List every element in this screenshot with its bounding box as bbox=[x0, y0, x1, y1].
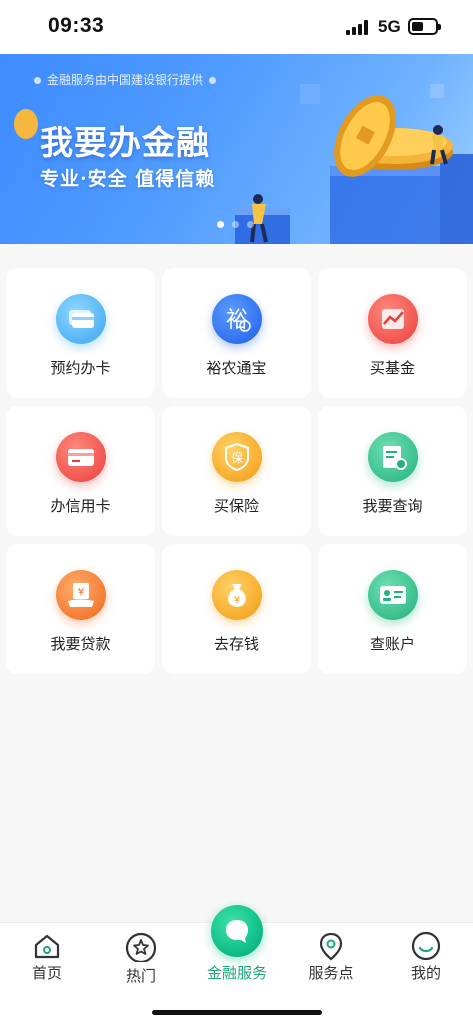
banner-dot[interactable] bbox=[247, 221, 254, 228]
home-icon bbox=[34, 934, 60, 959]
insurance-shield-icon: 保 bbox=[211, 432, 262, 482]
nav-mine[interactable]: 我的 bbox=[379, 923, 473, 993]
service-label: 查账户 bbox=[369, 635, 415, 653]
svg-text:¥: ¥ bbox=[233, 595, 239, 606]
service-label: 我要贷款 bbox=[50, 635, 111, 653]
star-icon bbox=[125, 932, 157, 962]
banner-dot[interactable] bbox=[232, 221, 239, 228]
status-bar: 09:33 5G bbox=[0, 0, 473, 54]
svg-text:保: 保 bbox=[230, 451, 242, 465]
service-grid: 预约办卡 裕 裕农通宝 买基金 办信用卡 保 买保险 我要查询 ¥ 我要贷款 ¥… bbox=[6, 268, 467, 674]
loan-icon: ¥ bbox=[55, 570, 106, 620]
nav-label: 我的 bbox=[410, 964, 441, 982]
service-tile-credit-card[interactable]: 办信用卡 bbox=[6, 406, 155, 536]
service-label: 买基金 bbox=[369, 359, 415, 377]
banner-dot[interactable] bbox=[217, 221, 224, 228]
promo-banner[interactable]: 金融服务由中国建设银行提供 我要办金融 专业·安全 值得信赖 bbox=[0, 54, 473, 244]
service-label: 预约办卡 bbox=[50, 359, 111, 377]
nav-service-point[interactable]: 服务点 bbox=[284, 923, 378, 993]
service-tile-apply-card[interactable]: 预约办卡 bbox=[6, 268, 155, 398]
bottom-nav: 首页 热门 金融服务 服务点 我的 bbox=[0, 905, 473, 1024]
location-pin-icon bbox=[319, 932, 343, 961]
account-id-icon bbox=[367, 570, 418, 620]
yunong-icon: 裕 bbox=[211, 294, 262, 344]
banner-provider-text: 金融服务由中国建设银行提供 bbox=[0, 71, 250, 88]
service-label: 我要查询 bbox=[362, 497, 423, 515]
service-tile-query[interactable]: 我要查询 bbox=[318, 406, 467, 536]
nav-finance-service[interactable]: 金融服务 bbox=[190, 923, 284, 993]
battery-icon bbox=[408, 18, 441, 35]
service-tile-deposit[interactable]: ¥ 去存钱 bbox=[162, 544, 311, 674]
nav-label: 服务点 bbox=[308, 964, 354, 982]
service-label: 办信用卡 bbox=[50, 497, 111, 515]
bank-card-icon bbox=[55, 294, 106, 344]
nav-home[interactable]: 首页 bbox=[0, 923, 94, 993]
fund-chart-icon bbox=[367, 294, 418, 344]
service-tile-yunong[interactable]: 裕 裕农通宝 bbox=[162, 268, 311, 398]
service-tile-insurance[interactable]: 保 买保险 bbox=[162, 406, 311, 536]
home-indicator[interactable] bbox=[152, 1010, 322, 1015]
service-tile-loan[interactable]: ¥ 我要贷款 bbox=[6, 544, 155, 674]
service-label: 去存钱 bbox=[213, 635, 259, 653]
network-type: 5G bbox=[378, 17, 401, 36]
nav-label: 首页 bbox=[31, 964, 62, 982]
money-bag-icon: ¥ bbox=[211, 570, 262, 620]
banner-subtitle: 专业·安全 值得信赖 bbox=[40, 168, 216, 190]
query-document-icon bbox=[367, 432, 418, 482]
status-time: 09:33 bbox=[48, 14, 105, 37]
service-label: 裕农通宝 bbox=[206, 359, 267, 377]
nav-label: 金融服务 bbox=[206, 964, 267, 982]
banner-title: 我要办金融 bbox=[40, 123, 210, 162]
banner-pagination[interactable] bbox=[217, 221, 254, 228]
signal-icon bbox=[346, 19, 372, 35]
nav-hot[interactable]: 热门 bbox=[94, 923, 188, 993]
smile-icon bbox=[411, 931, 441, 961]
svg-text:¥: ¥ bbox=[77, 587, 83, 598]
service-tile-account[interactable]: 查账户 bbox=[318, 544, 467, 674]
service-label: 买保险 bbox=[213, 497, 259, 515]
credit-card-icon bbox=[55, 432, 106, 482]
nav-label: 热门 bbox=[125, 967, 156, 985]
service-tile-buy-fund[interactable]: 买基金 bbox=[318, 268, 467, 398]
